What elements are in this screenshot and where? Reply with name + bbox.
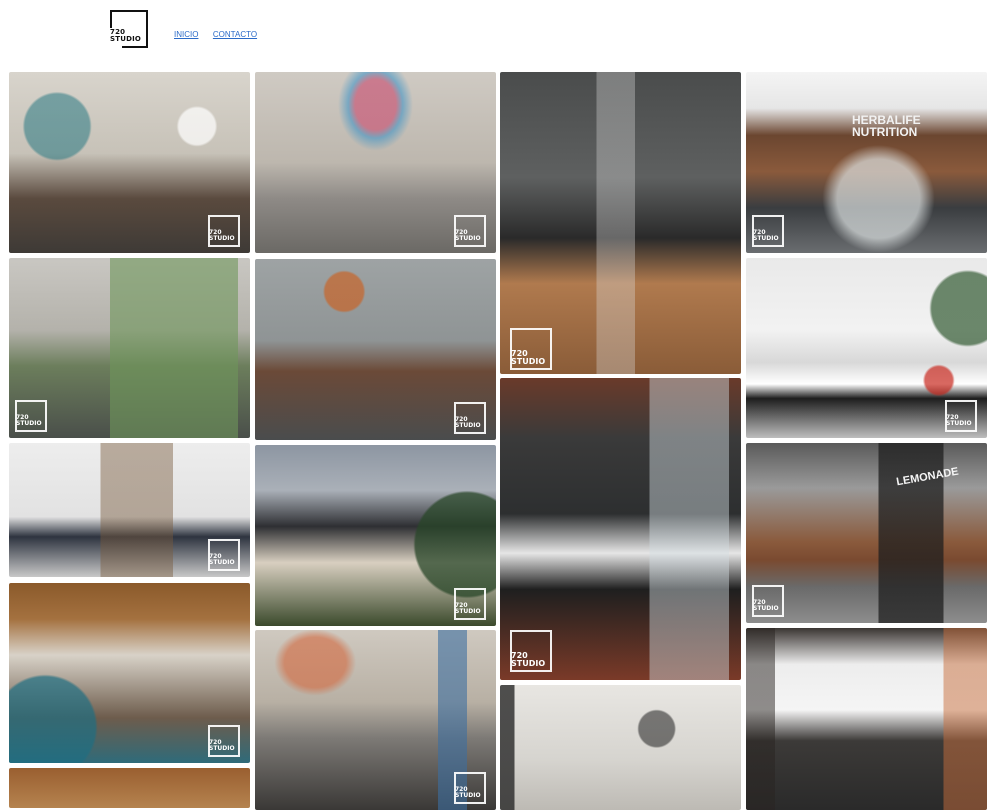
watermark-logo: 720 STUDIO: [454, 772, 486, 804]
gallery-image-living-room-garden-window[interactable]: 720 STUDIO: [9, 258, 250, 438]
nav-link-contacto[interactable]: CONTACTO: [213, 30, 257, 39]
main-nav: INICIO CONTACTO: [174, 24, 267, 42]
watermark-logo: 720 STUDIO: [752, 215, 784, 247]
watermark-logo: 720 STUDIO: [208, 725, 240, 757]
gallery-image-patio-bbq[interactable]: 720 STUDIO: [9, 583, 250, 763]
watermark-logo: 720 STUDIO: [208, 215, 240, 247]
gallery-image-lemonade-juice-bar[interactable]: LEMONADE 720 STUDIO: [746, 443, 987, 623]
watermark-logo: 720 STUDIO: [208, 539, 240, 571]
watermark-logo: 720 STUDIO: [510, 328, 552, 370]
watermark-logo: 720 STUDIO: [454, 588, 486, 620]
gallery-image-white-kitchen[interactable]: 720 STUDIO: [746, 258, 987, 438]
watermark-logo: 720 STUDIO: [945, 400, 977, 432]
logo-text: 720 STUDIO: [110, 28, 142, 43]
gallery-image-modern-house-exterior[interactable]: 720 STUDIO: [255, 445, 496, 626]
herbalife-sign: HERBALIFE NUTRITION: [852, 113, 921, 139]
gallery-image-dark-kitchen-stone[interactable]: [746, 628, 987, 810]
gallery-image-leather-sofa-concrete[interactable]: 720 STUDIO: [255, 259, 496, 440]
nav-link-inicio[interactable]: INICIO: [174, 30, 198, 39]
gallery-image-living-room-portrait-art[interactable]: 720 STUDIO: [255, 72, 496, 253]
gallery-image-living-room-brown-sofas[interactable]: 720 STUDIO: [9, 72, 250, 253]
gallery-image-kitchen-island-wood-beams[interactable]: 720 STUDIO: [500, 378, 741, 680]
gallery-image-kitchen-wine-glasses[interactable]: 720 STUDIO: [500, 72, 741, 374]
gallery-image-pergola[interactable]: [9, 768, 250, 808]
gallery-image-herbalife-counter[interactable]: HERBALIFE NUTRITION 720 STUDIO: [746, 72, 987, 253]
watermark-logo: 720 STUDIO: [15, 400, 47, 432]
site-logo[interactable]: 720 STUDIO: [108, 10, 148, 48]
watermark-logo: 720 STUDIO: [454, 215, 486, 247]
gallery-image-minimal-living-room[interactable]: 720 STUDIO: [9, 443, 250, 577]
gallery-image-living-room-tv[interactable]: 720 STUDIO: [255, 630, 496, 810]
site-header: 720 STUDIO INICIO CONTACTO: [0, 0, 1000, 60]
watermark-logo: 720 STUDIO: [752, 585, 784, 617]
gallery-image-dining-room-chandelier[interactable]: [500, 685, 741, 810]
watermark-logo: 720 STUDIO: [454, 402, 486, 434]
watermark-logo: 720 STUDIO: [510, 630, 552, 672]
